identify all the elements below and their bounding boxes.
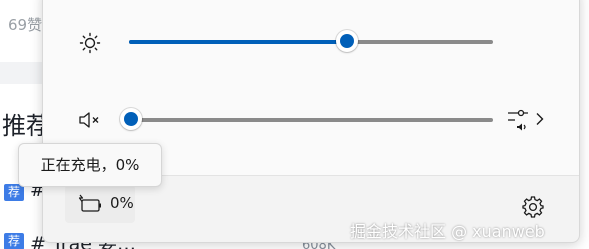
volume-muted-icon[interactable] [78,110,104,130]
brightness-slider[interactable] [129,40,493,44]
battery-tooltip: 正在充电，0% [18,143,162,187]
likes-count: 69赞 [8,16,43,34]
battery-charging-icon [78,194,101,212]
recommend-badge: 荐 [4,233,24,249]
brightness-icon [79,32,101,54]
brightness-slider-fill [129,40,348,44]
battery-button[interactable]: 0% [65,185,135,223]
gear-icon[interactable] [522,196,544,218]
audio-output-icon[interactable] [505,107,531,133]
volume-slider-thumb[interactable] [120,108,142,130]
watermark-text: 掘金技术社区 @ xuanweb [350,222,545,241]
battery-percentage: 0% [110,194,134,212]
brightness-slider-thumb[interactable] [336,30,359,52]
quick-settings-panel: 0% [42,0,580,243]
screen: 69赞 推荐 荐 # 荐 # Trae 要… 608K [0,0,589,249]
chevron-right-icon[interactable] [535,112,545,126]
volume-slider[interactable] [131,118,493,122]
